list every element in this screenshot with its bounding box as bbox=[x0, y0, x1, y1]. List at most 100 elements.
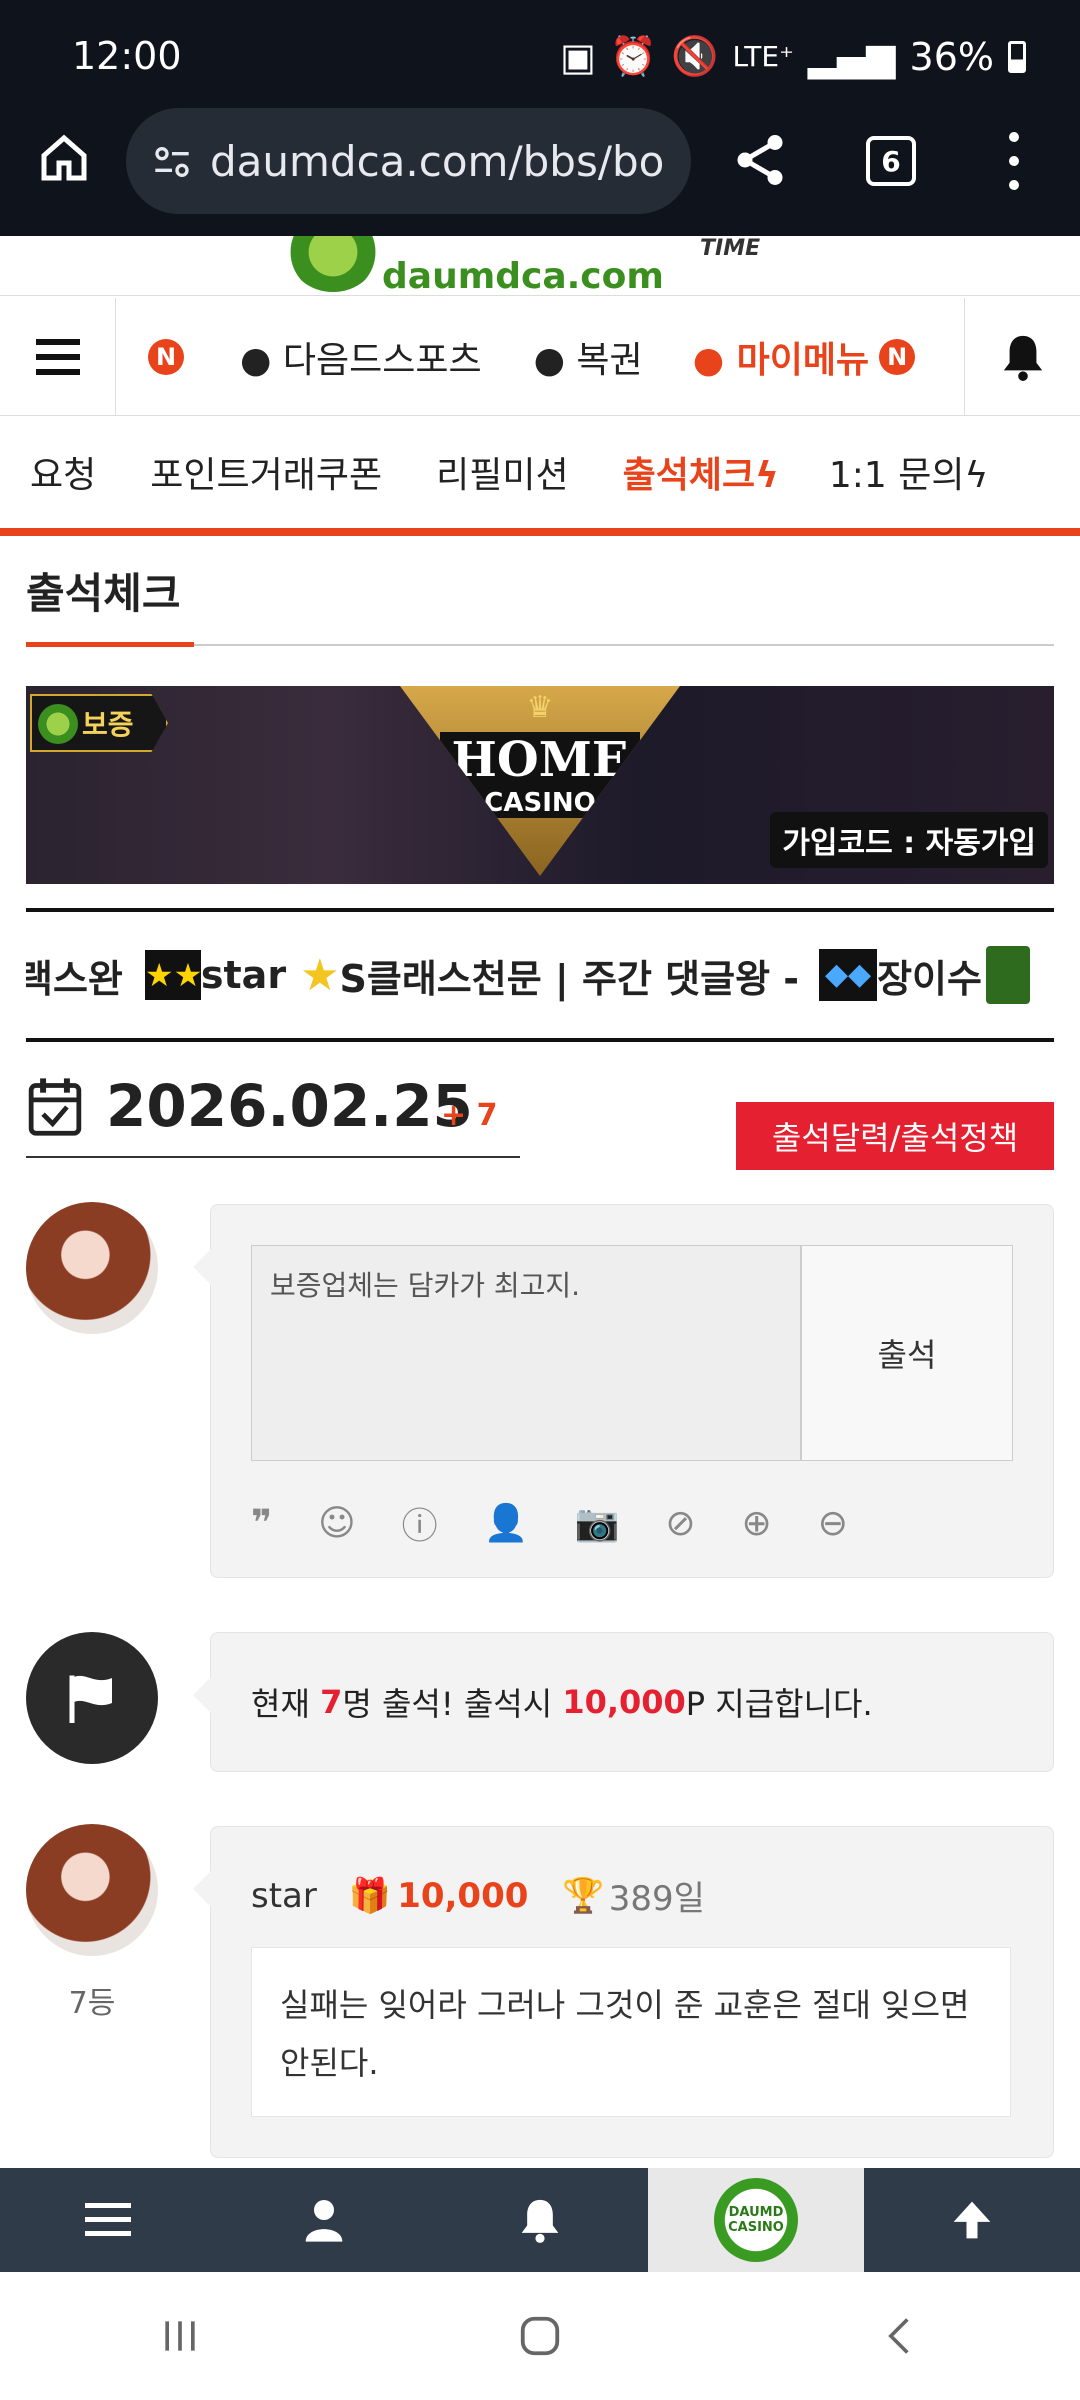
emoji-icon[interactable]: ☺ bbox=[318, 1503, 356, 1544]
attendance-submit-button[interactable]: 출석 bbox=[801, 1245, 1013, 1461]
attendance-date-row: 2026.02.25 + 7 출석달력/출석정책 bbox=[26, 1070, 1054, 1170]
quote-icon[interactable]: ❞ bbox=[251, 1503, 272, 1544]
battery-label: 36% bbox=[909, 34, 994, 79]
tab-switcher-button[interactable]: 6 bbox=[866, 136, 916, 186]
editor-toolbar: ❞ ☺ ⓘ 👤 📷 ⊘ ⊕ ⊖ bbox=[251, 1497, 848, 1549]
mymenu-new-badge: N bbox=[879, 338, 916, 375]
comment-textarea[interactable]: 보증업체는 담카가 최고지. bbox=[251, 1245, 801, 1461]
nav-item-lottery[interactable]: ● 복권 bbox=[534, 331, 643, 383]
hamburger-menu-button[interactable] bbox=[0, 298, 116, 415]
guarantee-badge: 보증 bbox=[30, 694, 168, 752]
bell-icon bbox=[521, 2199, 559, 2243]
menu-icon bbox=[85, 2203, 131, 2236]
lightning-icon: ϟ bbox=[964, 455, 989, 496]
guarantee-emblem-icon bbox=[38, 704, 78, 744]
title-accent-bar bbox=[26, 642, 194, 647]
subnav-item-attendance[interactable]: 출석체크ϟ bbox=[623, 446, 779, 498]
address-bar[interactable]: daumdca.com/bbs/bo bbox=[126, 108, 691, 214]
tab-count: 6 bbox=[881, 144, 901, 178]
home-button-icon[interactable] bbox=[517, 2313, 563, 2359]
logo-text: daumdca.com bbox=[382, 256, 664, 296]
medal-icon bbox=[985, 946, 1030, 1004]
diamond-icon: ◆◆ bbox=[819, 949, 878, 1001]
bottom-home-logo-button[interactable]: DAUMD CASINO bbox=[648, 2168, 864, 2272]
bottom-notification-button[interactable] bbox=[432, 2168, 648, 2272]
rank-label: 7등 bbox=[68, 1986, 116, 2021]
casino-banner[interactable]: 보증 ♛ HOME CASINO 가입코드 : 자동가입 bbox=[26, 686, 1054, 884]
plus-circle-icon[interactable]: ⊕ bbox=[742, 1503, 772, 1544]
signal-icon: ▂▄▆ bbox=[807, 34, 896, 79]
calendar-check-icon bbox=[28, 1078, 82, 1136]
system-nav-bar bbox=[0, 2272, 1080, 2400]
site-settings-icon[interactable] bbox=[152, 142, 192, 182]
user-avatar bbox=[26, 1824, 158, 1956]
mute-icon: 🔇 bbox=[671, 34, 719, 78]
new-badge: N bbox=[148, 338, 184, 375]
partner-logo: TIME bbox=[700, 236, 761, 261]
double-star-icon: ★★ bbox=[144, 950, 202, 1000]
clock: 12:00 bbox=[72, 34, 182, 78]
gift-icon: 🎁 bbox=[348, 1875, 392, 1916]
ticker-item[interactable]: 장이수 bbox=[877, 948, 982, 1003]
attendance-summary-card: 현재 7 명 출석! 출석시 10,000 P 지급합니다. bbox=[193, 1632, 1054, 1772]
battery-icon bbox=[1008, 40, 1026, 73]
ticker-item[interactable]: star bbox=[201, 953, 286, 997]
scroll-top-button[interactable] bbox=[864, 2168, 1080, 2272]
home-casino-logo: ♛ HOME CASINO bbox=[400, 686, 680, 876]
sub-nav: 요청 포인트거래쿠폰 리필미션 출석체크ϟ 1:1 문의ϟ bbox=[0, 416, 1080, 536]
bottom-menu-button[interactable] bbox=[0, 2168, 216, 2272]
reward-points: 10,000 bbox=[562, 1683, 686, 1721]
calendar-policy-button[interactable]: 출석달력/출석정책 bbox=[736, 1102, 1054, 1170]
system-status-bar: 12:00 ▣ ⏰ 🔇 LTE⁺ ▂▄▆ 36% daumdca.com/bbs… bbox=[0, 0, 1080, 236]
join-code-label: 가입코드 : 자동가입 bbox=[770, 812, 1048, 868]
entry-points: 10,000 bbox=[397, 1875, 529, 1916]
camera-icon[interactable]: 📷 bbox=[575, 1502, 620, 1544]
logo-emblem-icon bbox=[288, 236, 378, 292]
subnav-item-point-coupon[interactable]: 포인트거래쿠폰 bbox=[150, 446, 382, 498]
site-logo-strip: daumdca.com TIME bbox=[0, 236, 1080, 296]
subnav-item-inquiry[interactable]: 1:1 문의ϟ bbox=[829, 446, 988, 498]
compass-icon[interactable]: ⊘ bbox=[665, 1503, 695, 1544]
main-nav: N ● 다음드스포츠 ● 복권 ● 마이메뉴 N bbox=[0, 298, 1080, 416]
ticker-item[interactable]: S클래스천문 | 주간 댓글왕 - bbox=[340, 948, 800, 1003]
more-menu-icon[interactable] bbox=[1008, 132, 1020, 190]
ticker-item[interactable]: 랙스완 bbox=[26, 948, 123, 1003]
share-icon[interactable] bbox=[730, 130, 790, 190]
subnav-item-refill-mission[interactable]: 리필미션 bbox=[436, 446, 568, 498]
bottom-nav: DAUMD CASINO bbox=[0, 2168, 1080, 2272]
url-text: daumdca.com/bbs/bo bbox=[210, 136, 665, 186]
star-icon: ★ bbox=[300, 949, 340, 1001]
recent-apps-icon[interactable] bbox=[158, 2314, 202, 2358]
entry-days: 389일 bbox=[608, 1879, 705, 1919]
subnav-item-request[interactable]: 요청 bbox=[30, 446, 96, 498]
status-icons: ▣ ⏰ 🔇 LTE⁺ ▂▄▆ 36% bbox=[560, 34, 1026, 79]
home-icon[interactable] bbox=[34, 128, 94, 188]
site-logo[interactable]: daumdca.com bbox=[288, 236, 664, 296]
nav-item-mymenu[interactable]: ● 마이메뉴 bbox=[693, 331, 869, 383]
bottom-profile-button[interactable] bbox=[216, 2168, 432, 2272]
user-icon bbox=[305, 2200, 343, 2242]
info-icon[interactable]: ⓘ bbox=[402, 1497, 438, 1549]
entry-message: 실패는 잊어라 그러나 그것이 준 교훈은 절대 잊으면 안된다. bbox=[251, 1947, 1011, 2117]
entry-username[interactable]: star bbox=[251, 1876, 317, 1916]
notification-icon: ▣ bbox=[559, 34, 596, 79]
lightning-icon: ϟ bbox=[755, 455, 779, 496]
user-icon[interactable]: 👤 bbox=[484, 1502, 529, 1544]
attendee-count: 7 bbox=[320, 1683, 343, 1721]
trophy-icon: 🏆 bbox=[562, 1875, 605, 1916]
attendance-form-card: 보증업체는 담카가 최고지. 출석 ❞ ☺ ⓘ 👤 📷 ⊘ ⊕ ⊖ bbox=[193, 1204, 1054, 1578]
notification-bell-button[interactable] bbox=[964, 298, 1080, 415]
daumd-casino-logo: DAUMD CASINO bbox=[714, 2178, 798, 2262]
flag-icon bbox=[69, 1675, 112, 1723]
page-title: 출석체크 bbox=[26, 569, 181, 618]
alarm-icon: ⏰ bbox=[609, 34, 658, 78]
hamburger-icon bbox=[35, 338, 80, 375]
crown-icon: ♛ bbox=[526, 690, 554, 725]
network-label: LTE⁺ bbox=[732, 40, 794, 73]
minus-circle-icon[interactable]: ⊖ bbox=[818, 1503, 848, 1544]
nav-item-sports[interactable]: ● 다음드스포츠 bbox=[240, 331, 482, 383]
user-avatar bbox=[26, 1202, 158, 1334]
bell-icon bbox=[1003, 335, 1042, 381]
date-underline bbox=[26, 1156, 520, 1158]
back-icon[interactable] bbox=[878, 2314, 922, 2358]
